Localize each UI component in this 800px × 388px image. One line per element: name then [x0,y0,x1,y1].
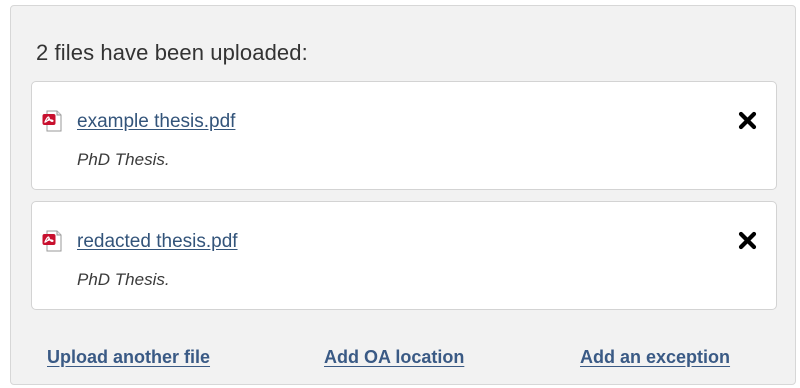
file-description: PhD Thesis. [77,270,170,289]
file-link-example-thesis[interactable]: example thesis.pdf [77,111,235,133]
upload-summary: 2 files have been uploaded: [36,40,308,65]
uploaded-file-card: example thesis.pdf PhD Thesis. [31,81,777,190]
close-icon[interactable] [738,231,757,250]
uploaded-file-card: redacted thesis.pdf PhD Thesis. [31,201,777,310]
add-exception-link[interactable]: Add an exception [580,347,730,368]
pdf-file-icon [42,230,62,252]
file-link-redacted-thesis[interactable]: redacted thesis.pdf [77,231,238,253]
upload-panel: 2 files have been uploaded: example thes… [10,5,796,385]
upload-another-file-link[interactable]: Upload another file [47,347,210,368]
close-icon[interactable] [738,111,757,130]
file-description: PhD Thesis. [77,150,170,169]
pdf-file-icon [42,110,62,132]
add-oa-location-link[interactable]: Add OA location [324,347,464,368]
